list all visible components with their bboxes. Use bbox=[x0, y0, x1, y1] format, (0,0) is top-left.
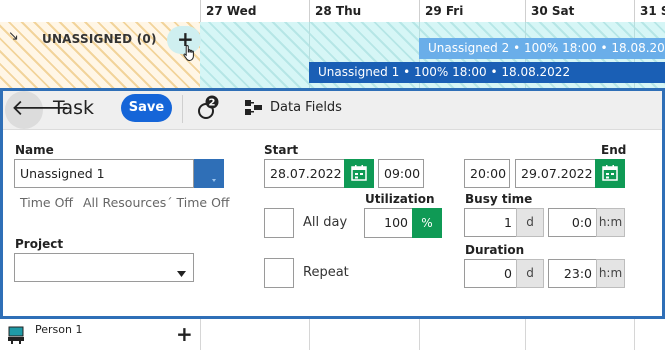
day-header: 31 S bbox=[634, 0, 665, 22]
utilization-percent-addon: % bbox=[412, 208, 442, 238]
grid-line bbox=[525, 319, 526, 350]
grid-line bbox=[419, 319, 420, 350]
start-date-input[interactable]: 28.07.2022 bbox=[264, 159, 346, 188]
day-header: 27 Wed bbox=[200, 0, 309, 22]
person-icon bbox=[7, 325, 27, 349]
end-date-picker-button[interactable] bbox=[595, 159, 625, 188]
duration-hm-unit: h:m bbox=[596, 259, 625, 288]
end-date-input[interactable]: 29.07.2022 bbox=[515, 159, 597, 188]
calendar-icon bbox=[351, 165, 367, 181]
end-label: End bbox=[601, 143, 627, 157]
dropdown-arrow-icon bbox=[212, 179, 216, 182]
busy-days-input[interactable]: 1 bbox=[464, 208, 518, 237]
grid-line bbox=[200, 319, 201, 350]
resources-icon[interactable]: 2 bbox=[194, 94, 222, 126]
event-bar-unassigned-2[interactable]: Unassigned 2 • 100% 18:00 • 18.08.2022 bbox=[419, 38, 665, 59]
dialog-title: Task bbox=[53, 97, 95, 119]
busy-hm-input[interactable]: 0:0 bbox=[548, 208, 598, 237]
duration-hm-input[interactable]: 23:0 bbox=[548, 259, 598, 288]
start-time-input[interactable]: 09:00 bbox=[378, 159, 424, 188]
grid-line bbox=[634, 319, 635, 350]
day-header: 28 Thu bbox=[309, 0, 419, 22]
resource-name[interactable]: Person 1 bbox=[35, 323, 82, 336]
unassigned-label: UNASSIGNED (0) bbox=[42, 32, 157, 46]
resource-row bbox=[0, 319, 665, 350]
utilization-input[interactable]: 100 bbox=[364, 208, 414, 238]
save-button[interactable]: Save bbox=[121, 94, 172, 122]
grid-line bbox=[309, 319, 310, 350]
toolbar-divider bbox=[182, 95, 183, 123]
start-date-picker-button[interactable] bbox=[344, 159, 374, 188]
data-fields-button[interactable]: Data Fields bbox=[270, 100, 342, 115]
timeline-header: 27 Wed 28 Thu 29 Fri 30 Sat 31 S bbox=[0, 0, 665, 23]
duration-days-input[interactable]: 0 bbox=[464, 259, 518, 288]
utilization-label: Utilization bbox=[365, 192, 435, 206]
data-fields-icon[interactable] bbox=[245, 100, 262, 120]
busy-hm-unit: h:m bbox=[596, 208, 625, 237]
repeat-label: Repeat bbox=[303, 265, 349, 280]
project-select[interactable] bbox=[14, 253, 194, 282]
busy-days-unit: d bbox=[516, 208, 544, 237]
collapse-arrow-icon[interactable]: ↘ bbox=[8, 29, 19, 44]
name-dropdown-button[interactable] bbox=[194, 159, 224, 188]
end-time-input[interactable]: 20:00 bbox=[464, 159, 510, 188]
plus-icon[interactable]: + bbox=[176, 322, 193, 346]
busy-time-label: Busy time bbox=[465, 192, 533, 206]
duration-label: Duration bbox=[465, 243, 525, 257]
all-resources-time-off-link[interactable]: All Resources´ Time Off bbox=[83, 195, 230, 210]
day-header: 30 Sat bbox=[525, 0, 634, 22]
time-off-link[interactable]: Time Off bbox=[20, 195, 73, 210]
project-label: Project bbox=[15, 237, 64, 251]
day-header: 29 Fri bbox=[419, 0, 525, 22]
hand-cursor-icon bbox=[182, 44, 198, 66]
resources-badge: 2 bbox=[209, 98, 216, 109]
repeat-checkbox[interactable] bbox=[264, 258, 294, 288]
name-label: Name bbox=[15, 143, 54, 157]
duration-days-unit: d bbox=[516, 259, 544, 288]
name-input[interactable]: Unassigned 1 bbox=[14, 159, 194, 188]
start-label: Start bbox=[264, 143, 299, 157]
calendar-icon bbox=[602, 165, 618, 181]
event-bar-unassigned-1[interactable]: Unassigned 1 • 100% 18:00 • 18.08.2022 bbox=[309, 62, 665, 83]
all-day-checkbox[interactable] bbox=[264, 208, 294, 238]
chevron-down-icon[interactable] bbox=[177, 263, 187, 282]
all-day-label: All day bbox=[303, 215, 348, 230]
